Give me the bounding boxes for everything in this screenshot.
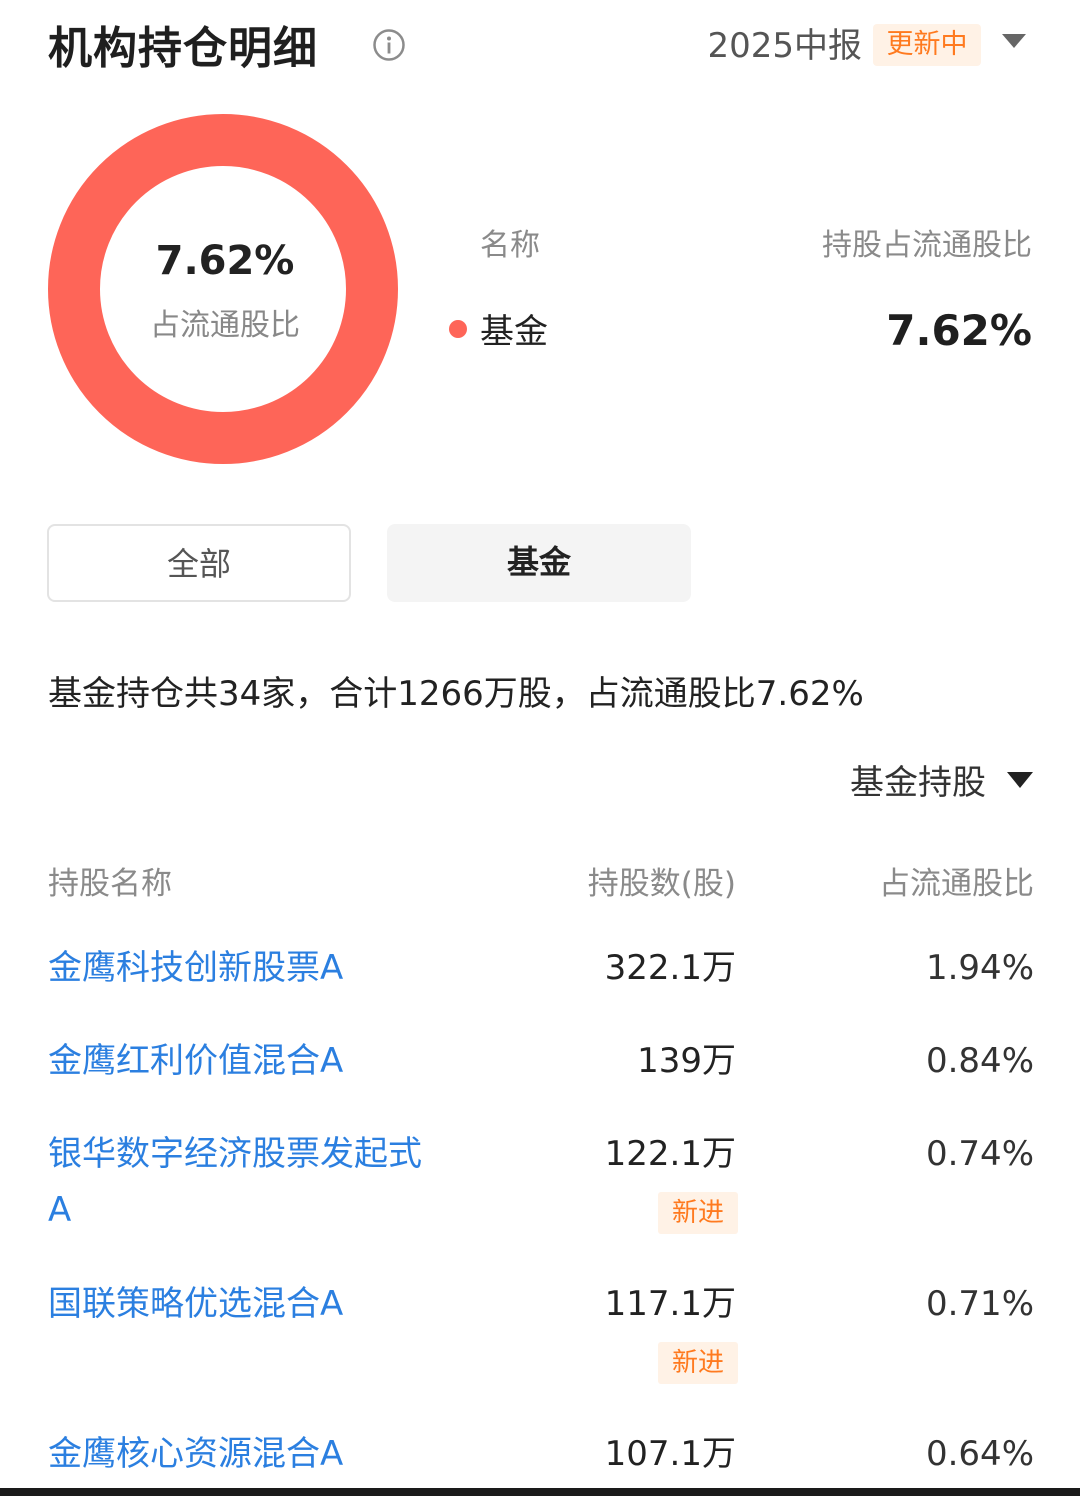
fund-name-link[interactable]: 银华数字经济股票发起式A: [48, 1126, 438, 1238]
update-status-badge: 更新中: [873, 24, 981, 66]
report-period-selector[interactable]: 2025中报: [707, 18, 862, 67]
fund-name-link[interactable]: 金鹰核心资源混合A: [48, 1426, 438, 1482]
info-icon[interactable]: [372, 28, 406, 62]
donut-center-value: 7.62%: [155, 238, 295, 284]
ratio-value: 0.71%: [925, 1284, 1034, 1324]
legend-header-name: 名称: [480, 228, 540, 263]
sort-dropdown-label: 基金持股: [850, 763, 986, 803]
donut-slice-fund: [48, 114, 398, 464]
bottom-edge-bar: [0, 1488, 1080, 1496]
sort-dropdown[interactable]: 基金持股: [850, 755, 1034, 804]
shares-value: 107.1万: [604, 1434, 736, 1474]
holding-summary: 基金持仓共34家，合计1266万股，占流通股比7.62%: [48, 674, 864, 714]
filter-all-button[interactable]: 全部: [47, 524, 351, 602]
new-entry-badge: 新进: [658, 1192, 738, 1234]
holding-donut-chart: [48, 114, 398, 464]
column-header-shares[interactable]: 持股数(股): [588, 858, 736, 903]
donut-center-label: 占流通股比: [150, 308, 300, 343]
chevron-down-icon[interactable]: [1000, 32, 1028, 50]
shares-value: 322.1万: [604, 948, 736, 988]
new-entry-badge: 新进: [658, 1342, 738, 1384]
ratio-value: 0.84%: [925, 1041, 1034, 1081]
caret-down-icon: [1007, 771, 1033, 788]
legend-dot-icon: [449, 320, 467, 338]
fund-name-link[interactable]: 金鹰红利价值混合A: [48, 1033, 438, 1089]
column-header-ratio[interactable]: 占流通股比: [879, 858, 1034, 903]
shares-value: 139万: [637, 1041, 736, 1081]
page-title: 机构持仓明细: [48, 23, 318, 74]
ratio-value: 1.94%: [925, 948, 1034, 988]
shares-value: 122.1万: [604, 1134, 736, 1174]
fund-name-link[interactable]: 国联策略优选混合A: [48, 1276, 438, 1332]
column-header-name: 持股名称: [48, 866, 172, 902]
shares-value: 117.1万: [604, 1284, 736, 1324]
legend-header-ratio: 持股占流通股比: [822, 228, 1032, 263]
ratio-value: 0.74%: [925, 1134, 1034, 1174]
filter-fund-button[interactable]: 基金: [387, 524, 691, 602]
fund-name-link[interactable]: 金鹰科技创新股票A: [48, 940, 438, 996]
legend-item-name: 基金: [480, 312, 548, 352]
ratio-value: 0.64%: [925, 1434, 1034, 1474]
legend-item-value: 7.62%: [886, 306, 1032, 355]
